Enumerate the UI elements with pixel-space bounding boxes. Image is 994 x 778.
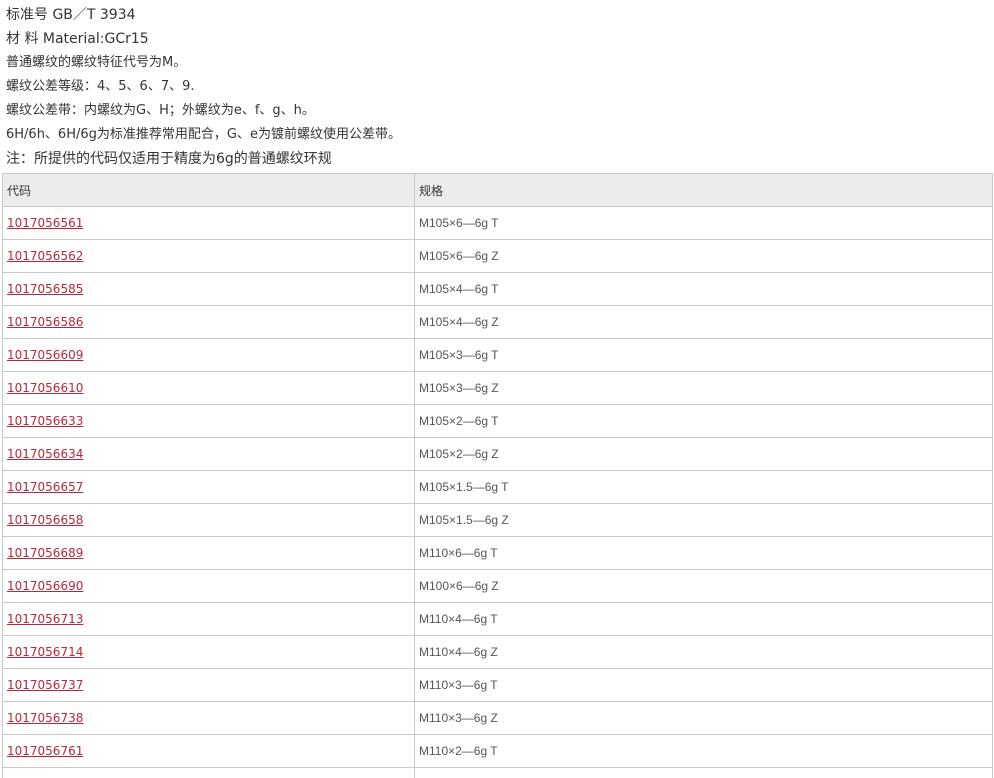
code-cell: 1017056633 — [2, 404, 415, 438]
spec-cell: M105×4—6g T — [414, 272, 993, 306]
table-row: 1017056690 M100×6—6g Z — [2, 569, 993, 603]
product-code-link[interactable]: 1017056658 — [7, 513, 83, 527]
fit-recommendation-note: 6H/6h、6H/6g为标准推荐常用配合，G、e为镀前螺纹使用公差带。 — [6, 127, 401, 142]
table-row: 1017056737 M110×3—6g T — [2, 668, 993, 702]
product-code-link[interactable]: 1017056562 — [7, 249, 83, 263]
gauge-code-table: 代码 规格 1017056561 M105×6—6g T 1017056562 M10… — [2, 173, 993, 778]
product-code-link[interactable]: 1017056585 — [7, 282, 83, 296]
spec-cell: M110×4—6g T — [414, 602, 993, 636]
code-cell: 1017056586 — [2, 305, 415, 339]
code-cell — [2, 767, 415, 778]
spec-cell: M105×3—6g Z — [414, 371, 993, 405]
table-row: 1017056689 M110×6—6g T — [2, 536, 993, 570]
gauge-code-table-wrapper: 代码 规格 1017056561 M105×6—6g T 1017056562 M10… — [2, 173, 993, 778]
standard-number: 标准号 GB／T 3934 — [6, 7, 136, 23]
product-code-link[interactable]: 1017056738 — [7, 711, 83, 725]
spec-cell: M105×3—6g T — [414, 338, 993, 372]
spec-cell: M110×3—6g Z — [414, 701, 993, 735]
table-row: 1017056610 M105×3—6g Z — [2, 371, 993, 405]
product-description: 标准号 GB／T 3934 材 料 Material:GCr15 普通螺纹的螺纹… — [6, 3, 986, 171]
product-code-link[interactable]: 1017056761 — [7, 744, 83, 758]
table-row: 1017056738 M110×3—6g Z — [2, 701, 993, 735]
product-code-link[interactable]: 1017056690 — [7, 579, 83, 593]
table-row: 1017056562 M105×6—6g Z — [2, 239, 993, 273]
code-cell: 1017056689 — [2, 536, 415, 570]
header-code: 代码 — [2, 173, 415, 207]
applicability-note: 注：所提供的代码仅适用于精度为6g的普通螺纹环规 — [6, 151, 332, 167]
code-cell: 1017056657 — [2, 470, 415, 504]
product-code-link[interactable]: 1017056714 — [7, 645, 83, 659]
product-code-link[interactable]: 1017056609 — [7, 348, 83, 362]
code-cell: 1017056714 — [2, 635, 415, 669]
table-row: 1017056585 M105×4—6g T — [2, 272, 993, 306]
spec-cell: M110×2—6g T — [414, 734, 993, 768]
tolerance-zone-note: 螺纹公差带：内螺纹为G、H；外螺纹为e、f、g、h。 — [6, 103, 315, 118]
table-row: 1017056658 M105×1.5—6g Z — [2, 503, 993, 537]
table-row: 1017056713 M110×4—6g T — [2, 602, 993, 636]
spec-cell — [414, 767, 993, 778]
product-code-link[interactable]: 1017056634 — [7, 447, 83, 461]
table-header-row: 代码 规格 — [2, 173, 993, 207]
spec-cell: M105×6—6g Z — [414, 239, 993, 273]
product-code-link[interactable]: 1017056713 — [7, 612, 83, 626]
code-cell: 1017056585 — [2, 272, 415, 306]
code-cell: 1017056561 — [2, 206, 415, 240]
spec-cell: M105×2—6g Z — [414, 437, 993, 471]
table-row: 1017056634 M105×2—6g Z — [2, 437, 993, 471]
table-body: 1017056561 M105×6—6g T 1017056562 M105×6—6g… — [2, 206, 993, 778]
code-cell: 1017056609 — [2, 338, 415, 372]
header-spec: 规格 — [414, 173, 993, 207]
spec-cell: M110×4—6g Z — [414, 635, 993, 669]
spec-cell: M105×4—6g Z — [414, 305, 993, 339]
code-cell: 1017056562 — [2, 239, 415, 273]
product-code-link[interactable]: 1017056586 — [7, 315, 83, 329]
spec-cell: M105×1.5—6g T — [414, 470, 993, 504]
table-row: 1017056561 M105×6—6g T — [2, 206, 993, 240]
product-code-link[interactable]: 1017056633 — [7, 414, 83, 428]
product-code-link[interactable]: 1017056689 — [7, 546, 83, 560]
tolerance-grade-note: 螺纹公差等级：4、5、6、7、9. — [6, 79, 195, 94]
code-cell: 1017056737 — [2, 668, 415, 702]
table-row: 1017056633 M105×2—6g T — [2, 404, 993, 438]
spec-cell: M105×2—6g T — [414, 404, 993, 438]
code-cell: 1017056658 — [2, 503, 415, 537]
spec-cell: M110×6—6g T — [414, 536, 993, 570]
material-line: 材 料 Material:GCr15 — [6, 31, 149, 47]
product-code-link[interactable]: 1017056561 — [7, 216, 83, 230]
product-code-link[interactable]: 1017056657 — [7, 480, 83, 494]
code-cell: 1017056713 — [2, 602, 415, 636]
product-code-link[interactable]: 1017056737 — [7, 678, 83, 692]
spec-cell: M105×6—6g T — [414, 206, 993, 240]
spec-cell: M105×1.5—6g Z — [414, 503, 993, 537]
table-row: 1017056586 M105×4—6g Z — [2, 305, 993, 339]
table-row: 1017056609 M105×3—6g T — [2, 338, 993, 372]
code-cell: 1017056738 — [2, 701, 415, 735]
code-cell: 1017056634 — [2, 437, 415, 471]
code-cell: 1017056690 — [2, 569, 415, 603]
thread-code-note: 普通螺纹的螺纹特征代号为M。 — [6, 55, 187, 70]
spec-cell: M100×6—6g Z — [414, 569, 993, 603]
product-code-link[interactable]: 1017056610 — [7, 381, 83, 395]
code-cell: 1017056761 — [2, 734, 415, 768]
code-cell: 1017056610 — [2, 371, 415, 405]
spec-cell: M110×3—6g T — [414, 668, 993, 702]
table-row: 1017056761 M110×2—6g T — [2, 734, 993, 768]
table-row: 1017056714 M110×4—6g Z — [2, 635, 993, 669]
table-row: 1017056657 M105×1.5—6g T — [2, 470, 993, 504]
table-row — [2, 767, 993, 778]
